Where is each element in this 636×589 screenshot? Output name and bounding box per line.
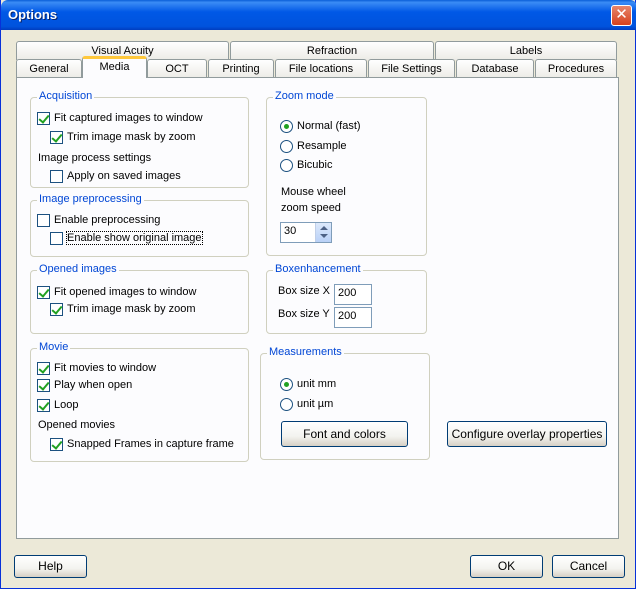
apply-saved-label: Apply on saved images [67, 170, 181, 182]
apply-saved-checkbox[interactable]: Apply on saved images [50, 168, 181, 184]
tab-media[interactable]: Media [82, 56, 147, 78]
unit-um-radio[interactable]: unit µm [280, 396, 333, 412]
tab-printing[interactable]: Printing [208, 59, 274, 78]
unit-mm-label: unit mm [297, 378, 337, 390]
opened-images-legend: Opened images [37, 263, 119, 275]
checkbox-checked-icon[interactable] [37, 285, 50, 299]
tab-oct[interactable]: OCT [147, 59, 207, 78]
tab-refraction[interactable]: Refraction [230, 41, 434, 60]
unit-um-label: unit µm [297, 398, 334, 410]
zoom-resample-label: Resample [297, 140, 347, 152]
zoom-speed-value[interactable]: 30 [284, 225, 296, 237]
zoom-resample-radio[interactable]: Resample [280, 138, 347, 154]
tab-general[interactable]: General [16, 59, 82, 78]
loop-label: Loop [54, 399, 79, 411]
radio-unselected-icon[interactable] [280, 139, 293, 153]
boxenhancement-legend: Boxenhancement [273, 263, 363, 275]
box-size-y-input[interactable]: 200 [334, 307, 372, 328]
fit-opened-label: Fit opened images to window [54, 286, 197, 298]
checkbox-checked-icon[interactable] [37, 111, 50, 125]
zoom-speed-spinner[interactable]: 30 [280, 222, 332, 243]
box-size-x-label: Box size X [278, 285, 330, 297]
spin-down-icon[interactable] [320, 234, 328, 238]
fit-captured-label: Fit captured images to window [54, 112, 203, 124]
font-and-colors-button[interactable]: Font and colors [281, 421, 408, 447]
tab-file-locations[interactable]: File locations [275, 59, 367, 78]
checkbox-checked-icon[interactable] [50, 302, 63, 316]
zoom-bicubic-radio[interactable]: Bicubic [280, 157, 332, 173]
snapped-frames-label: Snapped Frames in capture frame [67, 438, 234, 450]
box-size-y-label: Box size Y [278, 308, 330, 320]
acquisition-legend: Acquisition [37, 90, 95, 102]
ok-button[interactable]: OK [470, 555, 543, 578]
show-original-label: Enable show original image [66, 231, 203, 245]
process-settings-label: Image process settings [38, 152, 152, 164]
checkbox-checked-icon[interactable] [37, 378, 50, 392]
opened-movies-label: Opened movies [38, 419, 116, 431]
help-button[interactable]: Help [14, 555, 87, 578]
tab-file-settings[interactable]: File Settings [368, 59, 455, 78]
tab-database[interactable]: Database [456, 59, 534, 78]
enable-preprocessing-checkbox[interactable]: Enable preprocessing [37, 212, 160, 228]
fit-movies-checkbox[interactable]: Fit movies to window [37, 360, 156, 376]
fit-opened-checkbox[interactable]: Fit opened images to window [37, 284, 196, 300]
zoom-normal-label: Normal (fast) [297, 120, 361, 132]
fit-movies-label: Fit movies to window [54, 362, 157, 374]
zoom-bicubic-label: Bicubic [297, 159, 333, 171]
trim-mask-opened-label: Trim image mask by zoom [67, 303, 196, 315]
trim-mask-capture-checkbox[interactable]: Trim image mask by zoom [50, 129, 196, 145]
tab-procedures[interactable]: Procedures [535, 59, 617, 78]
unit-mm-radio[interactable]: unit mm [280, 376, 336, 392]
radio-unselected-icon[interactable] [280, 158, 293, 172]
cancel-button[interactable]: Cancel [552, 555, 625, 578]
measurements-legend: Measurements [267, 346, 344, 358]
preprocessing-legend: Image preprocessing [37, 193, 144, 205]
configure-overlay-button[interactable]: Configure overlay properties [447, 421, 607, 447]
radio-selected-icon[interactable] [280, 377, 293, 391]
zoom-mode-legend: Zoom mode [273, 90, 336, 102]
show-original-checkbox[interactable]: Enable show original image [50, 230, 203, 246]
checkbox-unchecked-icon[interactable] [37, 213, 50, 227]
spin-up-icon[interactable] [320, 226, 328, 230]
zoom-speed-label: zoom speed [281, 202, 341, 214]
mouse-wheel-label: Mouse wheel [281, 186, 346, 198]
close-icon[interactable]: ✕ [611, 5, 632, 26]
loop-checkbox[interactable]: Loop [37, 397, 78, 413]
zoom-normal-radio[interactable]: Normal (fast) [280, 118, 361, 134]
play-when-open-label: Play when open [54, 379, 133, 391]
checkbox-checked-icon[interactable] [37, 361, 50, 375]
checkbox-checked-icon[interactable] [50, 437, 63, 451]
spinner-arrows-icon[interactable] [315, 223, 331, 242]
checkbox-checked-icon[interactable] [50, 130, 63, 144]
fit-captured-checkbox[interactable]: Fit captured images to window [37, 110, 203, 126]
checkbox-checked-icon[interactable] [37, 398, 50, 412]
options-dialog: Options ✕ Visual Acuity Refraction Label… [0, 0, 636, 589]
play-when-open-checkbox[interactable]: Play when open [37, 377, 132, 393]
title-bar[interactable]: Options ✕ [1, 0, 636, 30]
window-title: Options [8, 7, 58, 22]
box-size-x-input[interactable]: 200 [334, 284, 372, 305]
radio-selected-icon[interactable] [280, 119, 293, 133]
preprocessing-group: Image preprocessing [30, 193, 249, 257]
movie-legend: Movie [37, 341, 71, 353]
trim-mask-capture-label: Trim image mask by zoom [67, 131, 196, 143]
radio-unselected-icon[interactable] [280, 397, 293, 411]
snapped-frames-checkbox[interactable]: Snapped Frames in capture frame [50, 436, 234, 452]
enable-preprocessing-label: Enable preprocessing [54, 214, 161, 226]
trim-mask-opened-checkbox[interactable]: Trim image mask by zoom [50, 301, 196, 317]
tab-labels[interactable]: Labels [435, 41, 617, 60]
checkbox-unchecked-icon[interactable] [50, 169, 63, 183]
checkbox-unchecked-icon[interactable] [50, 231, 63, 245]
